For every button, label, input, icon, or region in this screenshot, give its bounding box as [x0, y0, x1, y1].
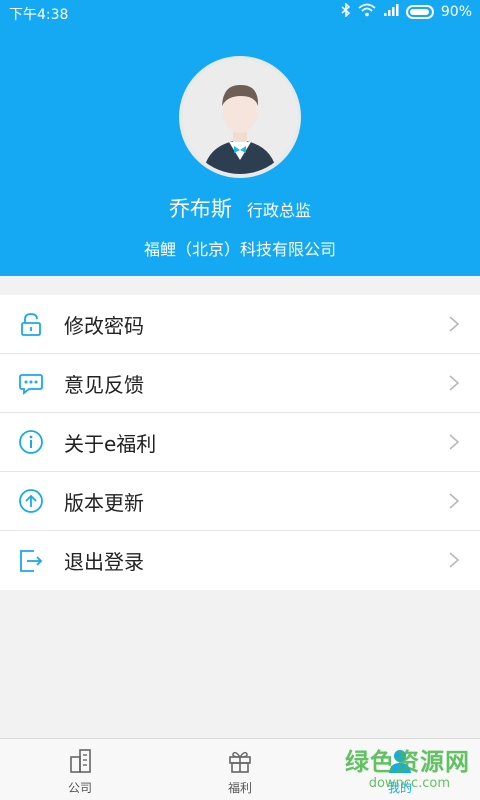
info-icon	[19, 430, 43, 454]
menu-item-label: 修改密码	[64, 313, 144, 338]
watermark-subtitle: downcc.com	[368, 776, 450, 791]
menu-item-label: 意见反馈	[64, 372, 144, 397]
battery-percent: 90%	[440, 4, 472, 20]
battery-icon	[405, 5, 434, 19]
menu-item-label: 关于e福利	[64, 431, 157, 456]
logout-icon	[20, 549, 43, 572]
menu-item-label: 退出登录	[64, 550, 144, 574]
status-time: 下午4:38	[9, 7, 69, 23]
menu-item-logout[interactable]: 退出登录	[0, 531, 480, 590]
person-avatar-icon	[183, 60, 297, 174]
avatar[interactable]	[179, 56, 301, 178]
tab-label: 公司	[67, 781, 92, 795]
upgrade-arrow-icon	[19, 489, 43, 513]
lock-icon	[21, 313, 41, 336]
company-name: 福鲤（北京）科技有限公司	[143, 240, 336, 259]
tab-label: 福利	[227, 781, 252, 795]
user-name: 乔布斯	[168, 197, 232, 221]
profile-name-row: 乔布斯 行政总监	[0, 193, 480, 223]
menu-item-change-password[interactable]: 修改密码	[0, 295, 480, 354]
bluetooth-icon	[341, 2, 351, 21]
building-icon	[70, 749, 91, 773]
tab-welfare[interactable]: 福利	[160, 739, 320, 800]
user-title: 行政总监	[247, 201, 312, 220]
chevron-right-icon	[449, 493, 460, 509]
watermark-title: 绿色资源网	[345, 748, 470, 776]
chevron-right-icon	[449, 434, 460, 450]
menu-item-about[interactable]: 关于e福利	[0, 413, 480, 472]
menu-item-label: 版本更新	[64, 490, 144, 515]
chevron-right-icon	[449, 375, 460, 391]
status-bar: 下午4:38 90%	[0, 0, 480, 26]
settings-menu: 修改密码 意见反馈 关于e福利 版本更新 退出登录	[0, 295, 480, 590]
chevron-right-icon	[449, 316, 460, 332]
signal-icon	[383, 3, 399, 21]
wifi-icon	[358, 3, 376, 21]
gift-icon	[229, 751, 251, 773]
profile-header: 下午4:38 90% 乔布斯 行政总监 福鲤（北京）科技有限公司	[0, 0, 480, 276]
menu-item-feedback[interactable]: 意见反馈	[0, 354, 480, 413]
chat-bubble-icon	[19, 374, 43, 395]
tab-company[interactable]: 公司	[0, 739, 160, 800]
chevron-right-icon	[449, 552, 460, 568]
menu-item-version-update[interactable]: 版本更新	[0, 472, 480, 531]
